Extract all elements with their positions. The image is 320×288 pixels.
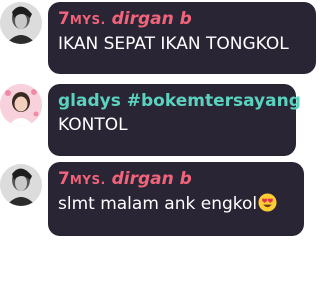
- message-text: IKAN SEPAT IKAN TONGKOL: [58, 34, 289, 54]
- avatar[interactable]: [0, 164, 42, 206]
- heart-eyes-emoji-icon: [258, 193, 277, 212]
- profile-photo-icon: [0, 84, 42, 126]
- author-name[interactable]: 7MYS. dirgan b: [58, 168, 294, 191]
- message-text: slmt malam ank engkol: [58, 192, 294, 216]
- message-text: KONTOL: [58, 115, 128, 135]
- message-bubble[interactable]: 7MYS. dirgan b IKAN SEPAT IKAN TONGKOL: [48, 2, 316, 74]
- profile-photo-icon: [0, 164, 42, 206]
- message-bubble[interactable]: gladys #bokemtersayang KONTOL: [48, 84, 301, 156]
- author-name[interactable]: 7MYS. dirgan b: [58, 8, 306, 31]
- author-name[interactable]: gladys #bokemtersayang: [58, 90, 301, 112]
- avatar[interactable]: [0, 84, 42, 126]
- profile-photo-icon: [0, 2, 42, 44]
- avatar[interactable]: [0, 2, 42, 44]
- message-bubble[interactable]: 7MYS. dirgan b slmt malam ank engkol: [48, 162, 304, 236]
